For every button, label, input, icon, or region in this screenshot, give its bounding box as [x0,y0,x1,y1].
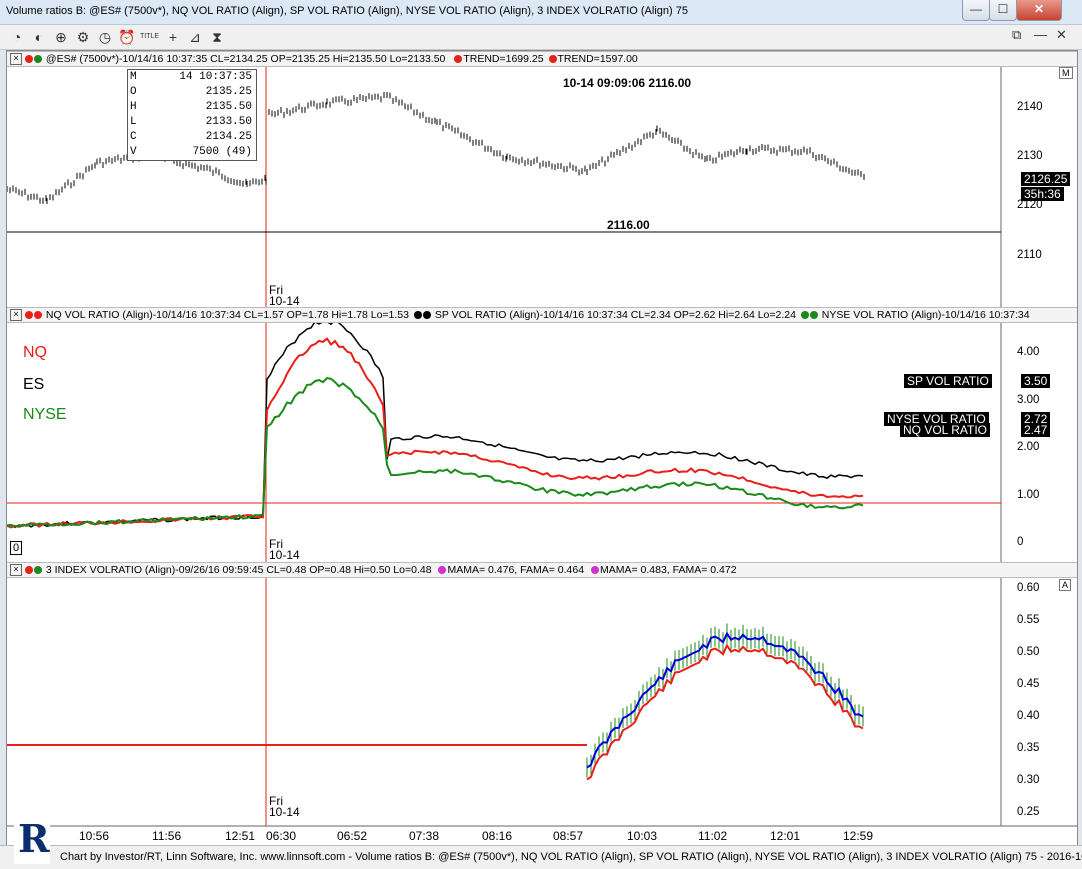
trend1-label: TREND=1699.25 [463,53,544,65]
pane3-close-icon[interactable]: × [10,564,22,576]
x-tick: 07:38 [409,829,440,843]
zoom-icon[interactable]: ⊕ [52,28,70,46]
chart-canvas[interactable] [7,51,1077,846]
title-icon[interactable]: TITLE [140,28,159,46]
last-price-label: 2126.25 [1021,172,1071,186]
footer-text: Chart by Investor/RT, Linn Software, Inc… [60,851,1082,863]
x-tick: 08:57 [553,829,584,843]
x-tick: 06:52 [337,829,368,843]
sp-vol-ratio-series [7,319,864,529]
close-button[interactable]: ✕ [1016,0,1062,21]
nyse-header-text: NYSE VOL RATIO (Align)-10/14/16 10:37:34 [821,309,1030,321]
x-tick: 06:30 [266,829,297,843]
window-title: Volume ratios B: @ES# (7500v*), NQ VOL R… [6,5,688,17]
mama-series [586,631,864,769]
legend-nq: NQ [19,343,51,363]
draw-icon[interactable]: ⊿ [186,28,204,46]
pane3-header: × 3 INDEX VOLRATIO (Align)-09/26/16 09:5… [7,562,1077,578]
x-tick: 11:56 [152,829,182,843]
chart-toolbar: ◔ ◐ ⊕ ⚙ ◷ ⏰ TITLE + ⊿ ⧗ ⧉ — ✕ [0,25,1082,50]
x-tick: 12:51 [225,829,256,843]
x-tick: 10:56 [79,829,110,843]
sp-vol-ratio-value: 3.50 [1021,374,1051,388]
trend-icon[interactable]: ◐ [30,28,48,46]
sp-vol-ratio-label: SP VOL RATIO [904,374,992,388]
line-2116-label: 2116.00 [607,218,650,232]
pane3-header-text: 3 INDEX VOLRATIO (Align)-09/26/16 09:59:… [45,564,432,576]
x-tick: 10:03 [627,829,658,843]
gear-icon[interactable]: ⚙ [74,28,92,46]
sp-header-text: SP VOL RATIO (Align)-10/14/16 10:37:34 C… [434,309,796,321]
alarm-clock-icon[interactable]: ⏰ [118,28,136,46]
zero-box: 0 [10,541,23,555]
x-tick: 12:01 [770,829,801,843]
pane1-close-icon[interactable]: × [10,53,22,65]
legend-nyse: NYSE [19,405,71,425]
investor-rt-logo: R [14,816,50,864]
close-chart-button[interactable]: ✕ [1056,27,1067,43]
crosshair-timestamp: 10-14 09:09:06 2116.00 [563,76,692,90]
ohlc-info-box: M 14 10:37:35 O 2135.25 H 2135.50 L 2133.50 … [127,69,257,161]
clock-settings-icon[interactable]: ◷ [96,28,114,46]
x-tick: 12:59 [843,829,874,843]
minimize-button[interactable]: — [962,0,990,21]
x-tick: 08:16 [482,829,513,843]
window-title-bar: Volume ratios B: @ES# (7500v*), NQ VOL R… [0,0,1082,25]
nq-vol-ratio-series [7,337,864,529]
legend-es: ES [19,375,49,395]
pane2-close-icon[interactable]: × [10,309,22,321]
status-footer: Chart by Investor/RT, Linn Software, Inc… [0,845,1082,869]
x-tick: 11:02 [698,829,728,843]
maximize-button[interactable]: ☐ [989,0,1017,21]
mama2-label: MAMA= 0.483, FAMA= 0.472 [599,564,737,576]
nq-vol-ratio-value: 2.47 [1021,423,1051,437]
pane1-header-text: @ES# (7500v*)-10/14/16 10:37:35 CL=2134.… [45,53,446,65]
crosshair-icon[interactable]: + [164,28,182,46]
restore-button[interactable]: ⧉ [1012,27,1021,43]
pie-icon[interactable]: ◔ [8,28,26,46]
nq-vol-ratio-label: NQ VOL RATIO [900,423,991,437]
pane3-a-badge[interactable]: A [1059,579,1072,591]
hourglass-icon[interactable]: ⧗ [208,28,226,46]
pane2-header: × NQ VOL RATIO (Align)-10/14/16 10:37:34… [7,307,1077,323]
minimize-chart-button[interactable]: — [1034,27,1047,42]
nq-header-text: NQ VOL RATIO (Align)-10/14/16 10:37:34 C… [45,309,409,321]
mama1-label: MAMA= 0.476, FAMA= 0.464 [447,564,585,576]
fama-series [586,643,864,781]
chart-area[interactable]: × @ES# (7500v*)-10/14/16 10:37:35 CL=213… [6,50,1078,847]
trend2-label: TREND=1597.00 [557,53,638,65]
pane1-header: × @ES# (7500v*)-10/14/16 10:37:35 CL=213… [7,51,1077,67]
pane1-m-badge[interactable]: M [1059,67,1073,79]
